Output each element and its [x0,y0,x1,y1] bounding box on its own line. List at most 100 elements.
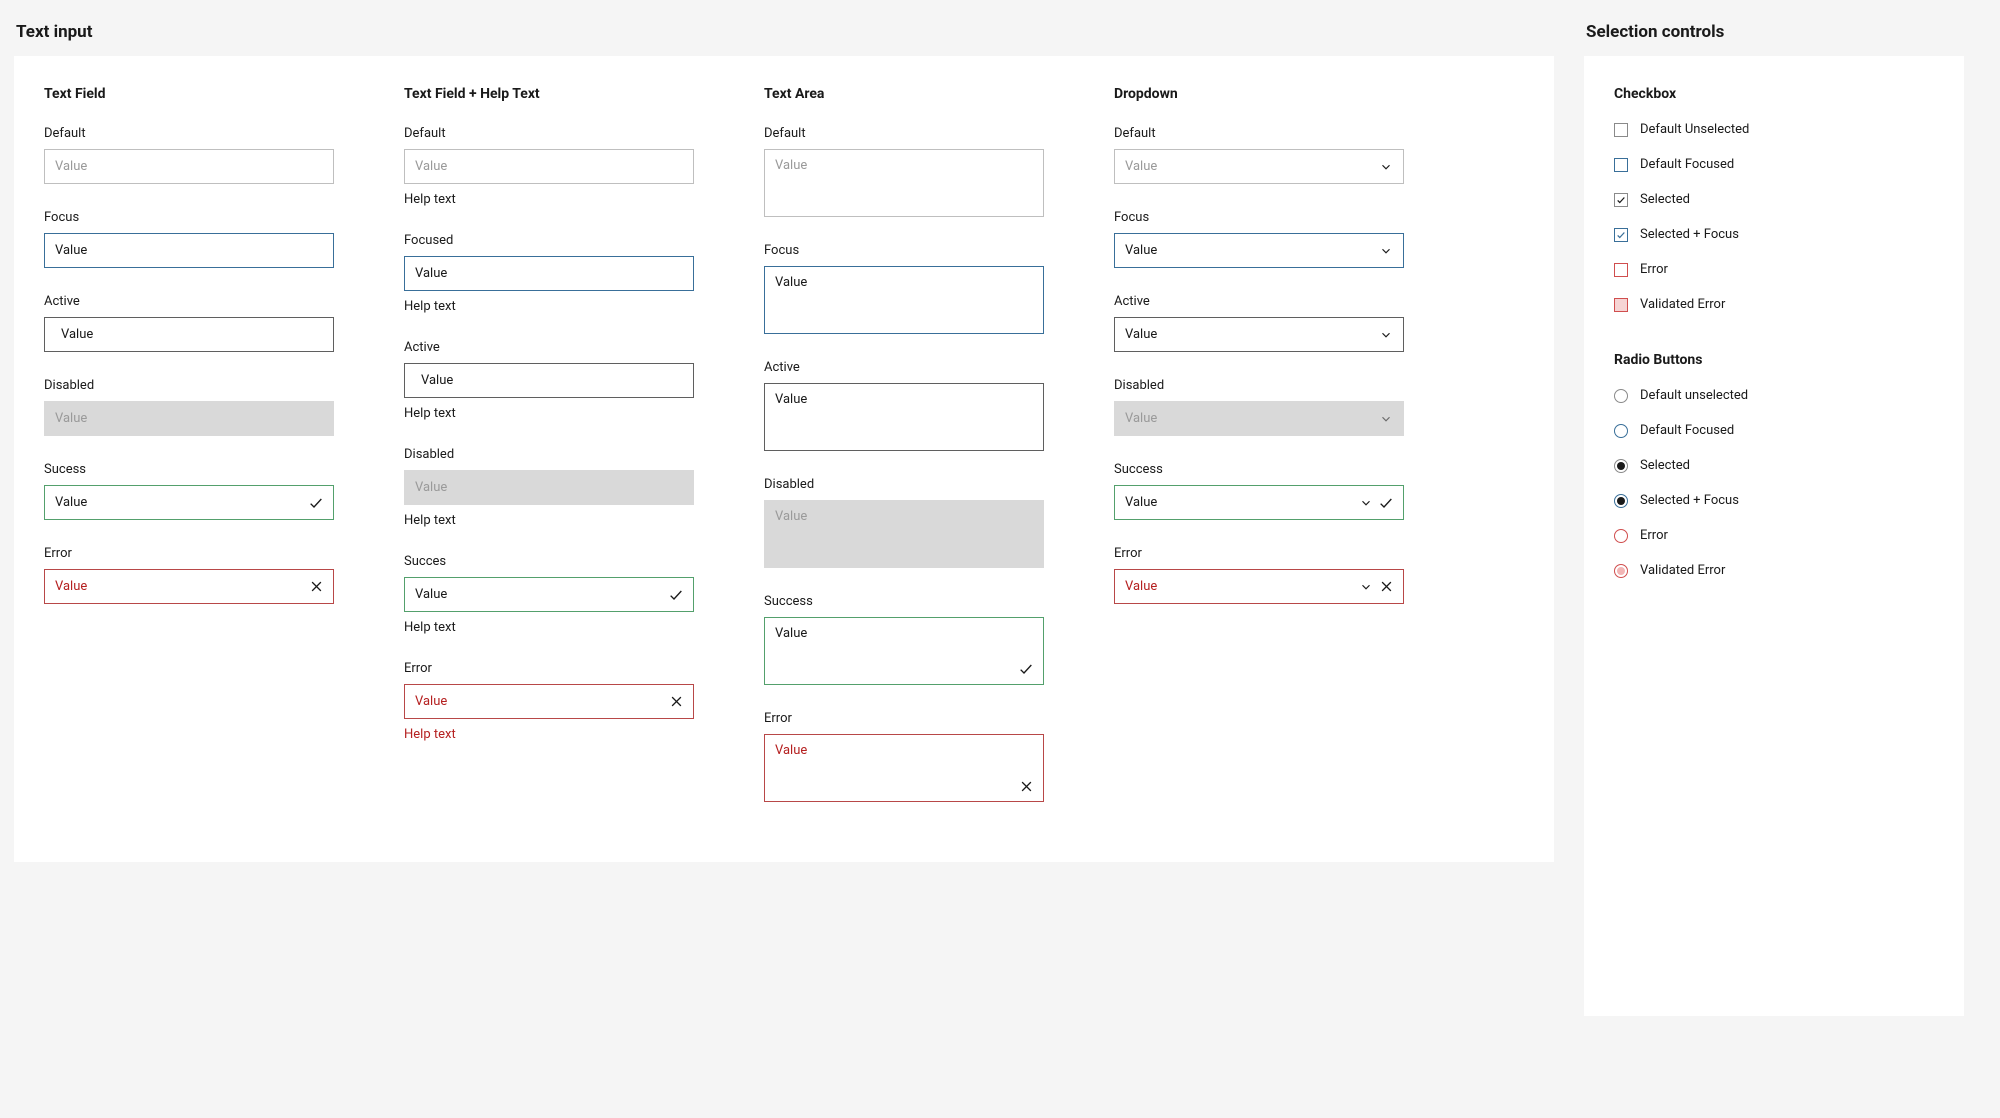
ta-disabled-label: Disabled [764,477,1044,492]
tf-disabled-input: Value [44,401,334,436]
tfh-disabled-help: Help text [404,513,694,528]
dd-active-label: Active [1114,294,1404,309]
tfh-default-label: Default [404,126,694,141]
dd-default[interactable]: Value [1114,149,1404,184]
tfh-active-input[interactable]: Value [404,363,694,398]
x-icon [667,693,685,711]
text-area-title: Text Area [764,86,1044,102]
radio-selected[interactable] [1614,459,1628,473]
checkbox-selected-label: Selected [1640,192,1690,207]
dd-active[interactable]: Value [1114,317,1404,352]
tf-error-input[interactable]: Value [44,569,334,604]
tfh-active-label: Active [404,340,694,355]
chevron-down-icon [1377,158,1395,176]
tfh-disabled-label: Disabled [404,447,694,462]
dropdown-title: Dropdown [1114,86,1404,102]
ta-default-input[interactable]: Value [764,149,1044,217]
tfh-disabled-input: Value [404,470,694,505]
check-icon [1017,660,1035,678]
radio-title: Radio Buttons [1614,352,1934,368]
tfh-default-input[interactable]: Value [404,149,694,184]
ta-error-input[interactable]: Value [764,734,1044,802]
checkbox-error[interactable] [1614,263,1628,277]
ta-active-input[interactable]: Value [764,383,1044,451]
radio-validated-error-label: Validated Error [1640,563,1725,578]
radio-default-label: Default unselected [1640,388,1748,403]
x-icon [1377,578,1395,596]
text-field-title: Text Field [44,86,334,102]
check-icon [1377,494,1395,512]
tfh-focus-input[interactable]: Value [404,256,694,291]
tfh-focus-help: Help text [404,299,694,314]
checkbox-validated-error[interactable] [1614,298,1628,312]
checkbox-focused-label: Default Focused [1640,157,1734,172]
chevron-down-icon [1377,326,1395,344]
tfh-focus-label: Focused [404,233,694,248]
checkbox-default[interactable] [1614,123,1628,137]
checkbox-default-label: Default Unselected [1640,122,1749,137]
chevron-down-icon [1357,494,1375,512]
chevron-down-icon [1377,410,1395,428]
chevron-down-icon [1357,578,1375,596]
x-icon [307,578,325,596]
tfh-success-input[interactable]: Value [404,577,694,612]
checkbox-selected[interactable] [1614,193,1628,207]
ta-active-label: Active [764,360,1044,375]
check-icon [667,586,685,604]
tfh-default-help: Help text [404,192,694,207]
dd-error[interactable]: Value [1114,569,1404,604]
radio-error[interactable] [1614,529,1628,543]
dd-success-label: Success [1114,462,1404,477]
tf-success-label: Sucess [44,462,334,477]
radio-selected-focus-label: Selected + Focus [1640,493,1739,508]
dd-disabled-label: Disabled [1114,378,1404,393]
tf-default-label: Default [44,126,334,141]
ta-default-label: Default [764,126,1044,141]
tfh-error-input[interactable]: Value [404,684,694,719]
text-field-help-title: Text Field + Help Text [404,86,694,102]
checkbox-selected-focus-label: Selected + Focus [1640,227,1739,242]
x-icon [1017,777,1035,795]
tf-disabled-label: Disabled [44,378,334,393]
ta-disabled-input: Value [764,500,1044,568]
checkbox-selected-focus[interactable] [1614,228,1628,242]
dd-disabled: Value [1114,401,1404,436]
radio-validated-error[interactable] [1614,564,1628,578]
tf-active-label: Active [44,294,334,309]
tfh-success-label: Succes [404,554,694,569]
ta-error-label: Error [764,711,1044,726]
text-input-section-title: Text input [16,22,1554,42]
tf-default-input[interactable]: Value [44,149,334,184]
checkbox-title: Checkbox [1614,86,1934,102]
radio-selected-label: Selected [1640,458,1690,473]
radio-selected-focus[interactable] [1614,494,1628,508]
radio-focused[interactable] [1614,424,1628,438]
dd-focus-label: Focus [1114,210,1404,225]
radio-error-label: Error [1640,528,1668,543]
ta-success-label: Success [764,594,1044,609]
radio-focused-label: Default Focused [1640,423,1734,438]
tf-error-label: Error [44,546,334,561]
chevron-down-icon [1377,242,1395,260]
radio-default[interactable] [1614,389,1628,403]
checkbox-error-label: Error [1640,262,1668,277]
ta-success-input[interactable]: Value [764,617,1044,685]
tf-active-input[interactable]: Value [44,317,334,352]
checkbox-focused[interactable] [1614,158,1628,172]
dd-focus[interactable]: Value [1114,233,1404,268]
checkbox-validated-error-label: Validated Error [1640,297,1725,312]
tf-focus-input[interactable]: Value [44,233,334,268]
tf-focus-label: Focus [44,210,334,225]
tfh-success-help: Help text [404,620,694,635]
dd-error-label: Error [1114,546,1404,561]
tfh-active-help: Help text [404,406,694,421]
dd-default-label: Default [1114,126,1404,141]
ta-focus-input[interactable]: Value [764,266,1044,334]
dd-success[interactable]: Value [1114,485,1404,520]
tf-success-input[interactable]: Value [44,485,334,520]
tfh-error-help: Help text [404,727,694,742]
selection-controls-section-title: Selection controls [1586,22,1964,42]
ta-focus-label: Focus [764,243,1044,258]
tfh-error-label: Error [404,661,694,676]
check-icon [307,494,325,512]
